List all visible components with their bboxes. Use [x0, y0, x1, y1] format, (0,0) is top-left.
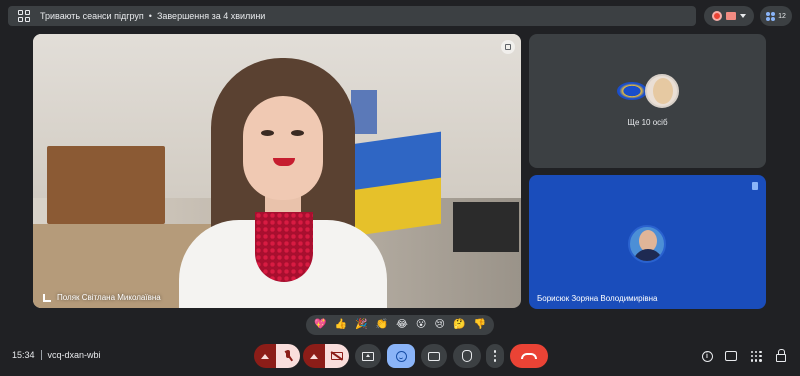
- self-name: Борисюк Зоряна Володимирівна: [537, 294, 658, 303]
- record-dot-icon: [712, 11, 722, 21]
- speaker-name: Поляк Світлана Миколаївна: [57, 293, 161, 302]
- participant-avatar: [645, 74, 679, 108]
- breakout-status-banner: Тривають сеанси підгруп • Завершення за …: [8, 6, 696, 26]
- main-speaker-tile[interactable]: Поляк Світлана Миколаївна: [33, 34, 521, 308]
- audio-indicator-icon: [43, 293, 51, 302]
- meeting-details-button[interactable]: i: [700, 349, 714, 363]
- pin-icon: [505, 44, 511, 50]
- recording-indicator-button[interactable]: [704, 6, 754, 26]
- mic-toggle-button[interactable]: [276, 344, 300, 368]
- mic-off-icon: [284, 350, 292, 362]
- reaction-party[interactable]: 🎉: [355, 320, 367, 330]
- chevron-down-icon: [740, 14, 746, 18]
- self-avatar: [628, 225, 666, 263]
- participants-count: 12: [778, 12, 786, 20]
- reaction-clap[interactable]: 👏: [376, 320, 388, 330]
- folder-icon: [726, 12, 736, 20]
- breakout-countdown: Завершення за 4 хвилини: [156, 11, 266, 21]
- emoji-icon: [395, 350, 407, 362]
- present-screen-button[interactable]: [355, 344, 381, 368]
- reaction-thinking[interactable]: 🤔: [453, 320, 465, 330]
- participants-count-button[interactable]: 12: [760, 6, 792, 26]
- tile-indicator-icon: [752, 182, 758, 190]
- more-options-button[interactable]: [486, 344, 504, 368]
- reaction-thumbs-down[interactable]: 👎: [473, 320, 485, 330]
- reaction-surprised[interactable]: 😮: [416, 320, 426, 330]
- activities-button[interactable]: [749, 349, 763, 363]
- reactions-button[interactable]: [387, 344, 415, 368]
- chevron-up-icon: [310, 353, 318, 359]
- reaction-thumbs-up[interactable]: 👍: [335, 320, 347, 330]
- camera-toggle-button[interactable]: [325, 344, 349, 368]
- participant-logo-avatar: [617, 82, 647, 100]
- chevron-up-icon: [261, 353, 269, 359]
- tile-options-button[interactable]: [501, 40, 515, 54]
- apps-icon: [750, 350, 762, 362]
- meeting-code: vcq-dxan-wbi: [47, 350, 101, 360]
- necklace: [255, 212, 313, 282]
- present-screen-icon: [362, 351, 374, 361]
- reaction-heart[interactable]: 💖: [314, 320, 326, 330]
- people-icon: [766, 11, 776, 21]
- chat-icon: [725, 351, 737, 361]
- info-icon: i: [701, 350, 713, 362]
- captions-button[interactable]: [421, 344, 447, 368]
- video-options-button[interactable]: [303, 344, 325, 368]
- others-count-label: Ще 10 осіб: [627, 118, 668, 127]
- reaction-laugh[interactable]: 😂: [396, 320, 408, 330]
- audio-options-button[interactable]: [254, 344, 276, 368]
- raise-hand-button[interactable]: [453, 344, 481, 368]
- lock-person-icon: [776, 348, 786, 362]
- self-tile[interactable]: Борисюк Зоряна Володимирівна: [529, 175, 766, 309]
- hand-icon: [462, 350, 472, 362]
- host-controls-button[interactable]: [774, 348, 788, 363]
- more-vert-icon: [493, 350, 497, 362]
- breakout-status-text: Тривають сеанси підгруп: [40, 11, 144, 21]
- current-time: 15:34: [12, 350, 35, 360]
- others-tile[interactable]: Ще 10 осіб: [529, 34, 766, 168]
- banner-separator: •: [148, 11, 152, 21]
- reaction-sad[interactable]: 😢: [434, 320, 444, 330]
- reactions-bar: 💖 👍 🎉 👏 😂 😮 😢 🤔 👎: [306, 315, 494, 335]
- divider: [40, 350, 42, 360]
- leave-call-button[interactable]: [510, 344, 548, 368]
- meeting-info: 15:34 vcq-dxan-wbi: [12, 350, 101, 360]
- chat-button[interactable]: [724, 349, 738, 363]
- captions-icon: [428, 351, 440, 361]
- speaker-name-label: Поляк Світлана Миколаївна: [43, 293, 161, 302]
- camera-off-icon: [331, 352, 343, 360]
- breakout-rooms-icon: [18, 10, 30, 22]
- phone-hangup-icon: [521, 353, 537, 359]
